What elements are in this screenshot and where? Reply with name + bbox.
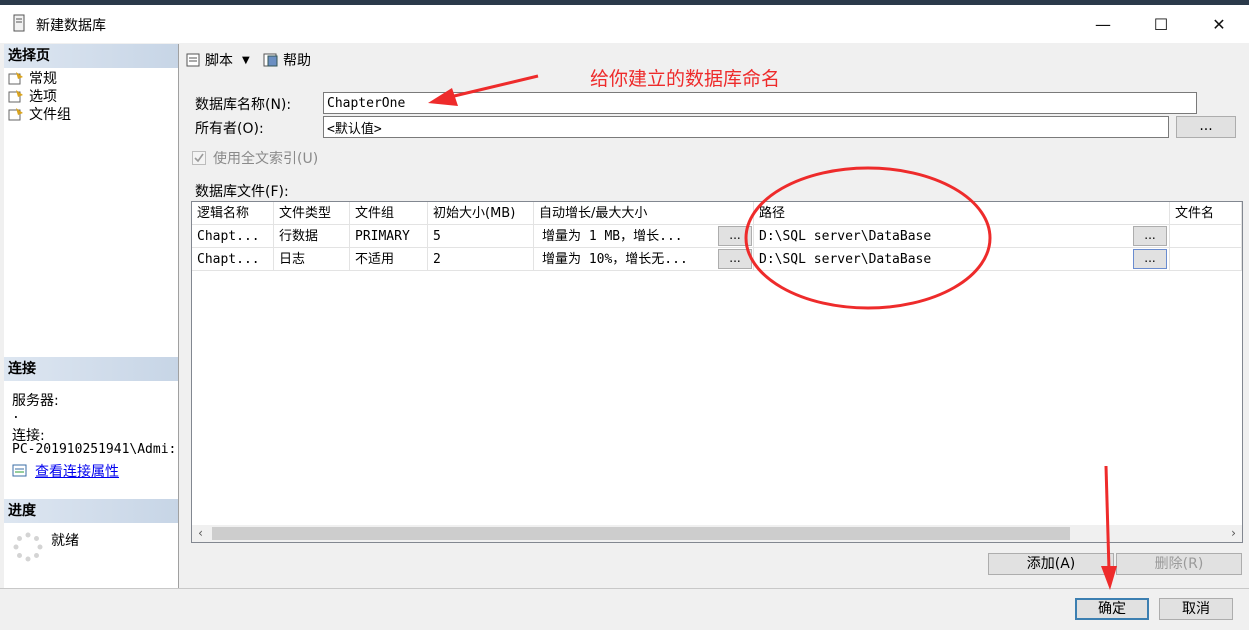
- database-files-grid[interactable]: 逻辑名称 文件类型 文件组 初始大小(MB) 自动增长/最大大小 路径 文件名 …: [191, 201, 1243, 543]
- cell-filegroup[interactable]: 不适用: [350, 248, 428, 271]
- column-header[interactable]: 初始大小(MB): [428, 202, 534, 225]
- column-header[interactable]: 自动增长/最大大小: [534, 202, 754, 225]
- fulltext-label: 使用全文索引(U): [213, 151, 319, 167]
- title-bar: 新建数据库 — ☐ ✕: [0, 5, 1249, 43]
- sidebar-item-label: 常规: [29, 71, 57, 87]
- window-title: 新建数据库: [36, 18, 106, 34]
- close-button[interactable]: ✕: [1190, 5, 1248, 43]
- progress-spinner-icon: [13, 532, 43, 562]
- page-settings-icon: [8, 90, 23, 103]
- cancel-button[interactable]: 取消: [1159, 598, 1233, 620]
- cell-logical-name[interactable]: Chapt...: [192, 225, 274, 248]
- cell-file-type[interactable]: 日志: [274, 248, 350, 271]
- sidebar-item-label: 文件组: [29, 107, 71, 123]
- connection-header: 连接: [4, 357, 178, 381]
- maximize-icon: ☐: [1153, 14, 1169, 34]
- script-label: 脚本: [205, 53, 233, 69]
- cell-path: D:\SQL server\DataBase: [754, 225, 1170, 248]
- autogrowth-browse-button[interactable]: ...: [718, 249, 752, 269]
- ok-button[interactable]: 确定: [1075, 598, 1149, 620]
- scrollbar-thumb[interactable]: [212, 527, 1070, 540]
- owner-browse-button[interactable]: ...: [1176, 116, 1236, 138]
- path-browse-button[interactable]: ...: [1133, 226, 1167, 246]
- help-button[interactable]: 帮助: [263, 50, 311, 70]
- scroll-left-icon[interactable]: ‹: [192, 525, 209, 542]
- properties-icon: [12, 464, 27, 477]
- cell-logical-name[interactable]: Chapt...: [192, 248, 274, 271]
- scroll-right-icon[interactable]: ›: [1225, 525, 1242, 542]
- script-button[interactable]: 脚本 ▼: [185, 50, 250, 70]
- column-header[interactable]: 文件名: [1170, 202, 1242, 225]
- annotation-text: 给你建立的数据库命名: [590, 68, 781, 90]
- minimize-icon: —: [1095, 14, 1111, 34]
- cell-file-type[interactable]: 行数据: [274, 225, 350, 248]
- cell-filegroup[interactable]: PRIMARY: [350, 225, 428, 248]
- cell-filename[interactable]: [1170, 248, 1242, 271]
- dialog-footer: 确定 取消: [0, 588, 1249, 630]
- remove-file-button[interactable]: 删除(R): [1116, 553, 1242, 575]
- autogrowth-browse-button[interactable]: ...: [718, 226, 752, 246]
- owner-input[interactable]: [323, 116, 1169, 138]
- db-name-input[interactable]: [323, 92, 1197, 114]
- cell-filename[interactable]: [1170, 225, 1242, 248]
- column-header[interactable]: 路径: [754, 202, 1170, 225]
- column-header[interactable]: 文件组: [350, 202, 428, 225]
- sidebar-item-options[interactable]: 选项: [8, 87, 57, 105]
- page-settings-icon: [8, 108, 23, 121]
- main-panel: 脚本 ▼ 帮助 数据库名称(N): 所有者(O): ... 使用全文索引(U) …: [179, 44, 1245, 588]
- sidebar-item-general[interactable]: 常规: [8, 69, 57, 87]
- sidebar-item-label: 选项: [29, 89, 57, 105]
- close-icon: ✕: [1212, 14, 1226, 34]
- view-connection-properties[interactable]: 查看连接属性: [12, 461, 119, 481]
- owner-label: 所有者(O):: [195, 121, 264, 137]
- horizontal-scrollbar[interactable]: ‹ ›: [192, 525, 1242, 542]
- progress-status: 就绪: [51, 533, 79, 549]
- view-connection-properties-link[interactable]: 查看连接属性: [35, 461, 119, 481]
- script-icon: [186, 53, 200, 67]
- sidebar-item-filegroups[interactable]: 文件组: [8, 105, 71, 123]
- path-browse-button[interactable]: ...: [1133, 249, 1167, 269]
- server-value: .: [12, 407, 20, 422]
- column-header[interactable]: 文件类型: [274, 202, 350, 225]
- db-files-label: 数据库文件(F):: [195, 184, 289, 200]
- progress-header: 进度: [4, 499, 178, 523]
- page-settings-icon: [8, 72, 23, 85]
- fulltext-checkbox[interactable]: 使用全文索引(U): [192, 148, 318, 168]
- sidebar: 选择页 常规 选项 文件组 连接 服务器: . 连接: PC-201910251…: [4, 44, 179, 588]
- minimize-button[interactable]: —: [1074, 5, 1132, 43]
- add-file-button[interactable]: 添加(A): [988, 553, 1114, 575]
- help-label: 帮助: [283, 53, 311, 69]
- db-name-label: 数据库名称(N):: [195, 97, 292, 113]
- cell-initial-size[interactable]: 2: [428, 248, 534, 271]
- select-page-header: 选择页: [4, 44, 178, 68]
- database-app-icon: [13, 14, 25, 32]
- help-icon: [263, 53, 278, 67]
- connection-value: PC-201910251941\Admi:: [12, 442, 177, 457]
- cell-path: D:\SQL server\DataBase: [754, 248, 1170, 271]
- maximize-button[interactable]: ☐: [1132, 5, 1190, 43]
- chevron-down-icon: ▼: [242, 54, 250, 66]
- column-header[interactable]: 逻辑名称: [192, 202, 274, 225]
- checkbox-checked-icon: [192, 151, 206, 165]
- cell-initial-size[interactable]: 5: [428, 225, 534, 248]
